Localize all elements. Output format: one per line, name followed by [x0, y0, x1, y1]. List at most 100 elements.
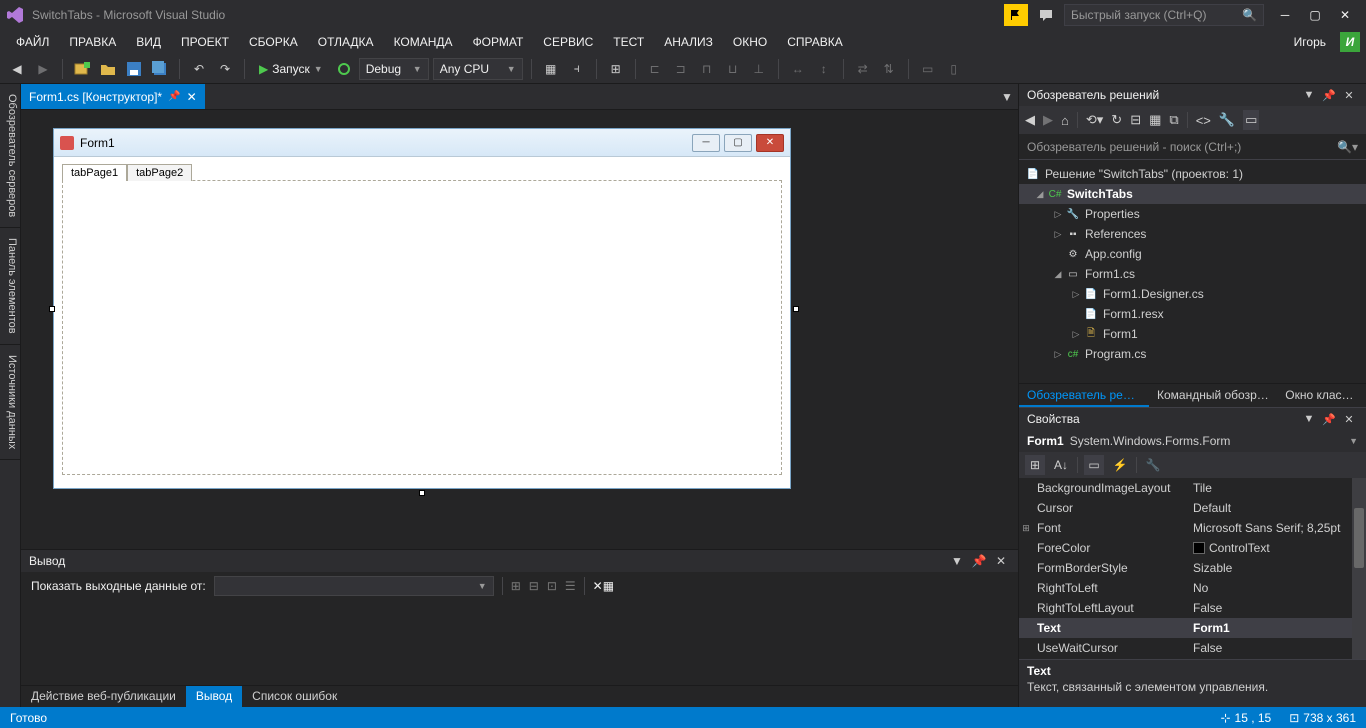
- align5-icon[interactable]: ⊥: [748, 58, 770, 80]
- feedback-icon[interactable]: [1034, 4, 1058, 26]
- tab-class-view[interactable]: Окно классов: [1277, 384, 1366, 407]
- sx-designer-icon[interactable]: ▭: [1243, 110, 1259, 130]
- user-avatar[interactable]: И: [1340, 32, 1360, 52]
- design-form-window[interactable]: Form1 ─ ▢ ✕ tabPage1 tabPage2: [53, 128, 791, 489]
- tree-form1resx[interactable]: 📄 Form1.resx: [1019, 304, 1366, 324]
- platform-combo[interactable]: Any CPU▼: [433, 58, 523, 80]
- property-value[interactable]: False: [1193, 641, 1366, 655]
- menu-build[interactable]: СБОРКА: [239, 32, 308, 52]
- align-left-icon[interactable]: ⫞: [566, 58, 588, 80]
- tabpage-content[interactable]: [62, 180, 782, 475]
- props-alpha-icon[interactable]: A↓: [1051, 455, 1071, 475]
- expand-icon[interactable]: ⊞: [1019, 523, 1033, 534]
- output-body[interactable]: [21, 600, 1018, 685]
- tree-appconfig[interactable]: ⚙ App.config: [1019, 244, 1366, 264]
- output-close-icon[interactable]: ✕: [992, 552, 1010, 570]
- menu-window[interactable]: ОКНО: [723, 32, 777, 52]
- property-value[interactable]: Default: [1193, 501, 1366, 515]
- align1-icon[interactable]: ⊏: [644, 58, 666, 80]
- property-row[interactable]: ⊞FontMicrosoft Sans Serif; 8,25pt: [1019, 518, 1366, 538]
- minimize-button[interactable]: ─: [1270, 4, 1300, 26]
- expand-icon[interactable]: ▷: [1069, 289, 1083, 300]
- sx-copy-icon[interactable]: ⧉: [1169, 112, 1178, 128]
- expand-icon[interactable]: ◢: [1051, 269, 1065, 280]
- menu-view[interactable]: ВИД: [126, 32, 171, 52]
- size2-icon[interactable]: ⇅: [878, 58, 900, 80]
- open-file-button[interactable]: [97, 58, 119, 80]
- sx-sync-icon[interactable]: ⟲▾: [1086, 112, 1103, 128]
- properties-selector[interactable]: Form1 System.Windows.Forms.Form ▼: [1019, 430, 1366, 452]
- tab-webpublish[interactable]: Действие веб-публикации: [21, 686, 186, 707]
- props-events-icon[interactable]: ⚡: [1110, 455, 1130, 475]
- sx-showall-icon[interactable]: ▦: [1149, 112, 1161, 128]
- resize-handle[interactable]: [49, 306, 55, 312]
- save-all-button[interactable]: [149, 58, 171, 80]
- props-pin-icon[interactable]: 📌: [1320, 410, 1338, 428]
- expand-icon[interactable]: ▷: [1051, 349, 1065, 360]
- close-tab-icon[interactable]: ✕: [187, 90, 197, 104]
- order2-icon[interactable]: ▯: [943, 58, 965, 80]
- tree-project[interactable]: ◢ C# SwitchTabs: [1019, 184, 1366, 204]
- property-row[interactable]: FormBorderStyleSizable: [1019, 558, 1366, 578]
- align-grid-icon[interactable]: ▦: [540, 58, 562, 80]
- property-row[interactable]: BackgroundImageLayoutTile: [1019, 478, 1366, 498]
- property-value[interactable]: False: [1193, 601, 1366, 615]
- output-pin-icon[interactable]: 📌: [970, 552, 988, 570]
- maximize-button[interactable]: ▢: [1300, 4, 1330, 26]
- tree-solution[interactable]: 📄 Решение "SwitchTabs" (проектов: 1): [1019, 164, 1366, 184]
- property-row[interactable]: CursorDefault: [1019, 498, 1366, 518]
- expand-icon[interactable]: ▷: [1069, 329, 1083, 340]
- spacing1-icon[interactable]: ↔: [787, 58, 809, 80]
- form-designer[interactable]: Form1 ─ ▢ ✕ tabPage1 tabPage2: [21, 110, 1018, 549]
- properties-grid[interactable]: BackgroundImageLayoutTileCursorDefault⊞F…: [1019, 478, 1366, 659]
- file-tab-form1[interactable]: Form1.cs [Конструктор]* 📌 ✕: [21, 84, 205, 109]
- props-settings-icon[interactable]: 🔧: [1143, 455, 1163, 475]
- menu-file[interactable]: ФАЙЛ: [6, 32, 59, 52]
- output-btn1-icon[interactable]: ⊞: [511, 579, 521, 593]
- panel-close-icon[interactable]: ✕: [1340, 86, 1358, 104]
- sx-fwd-icon[interactable]: ▶: [1043, 112, 1053, 128]
- menu-project[interactable]: ПРОЕКТ: [171, 32, 239, 52]
- menu-help[interactable]: СПРАВКА: [777, 32, 853, 52]
- menu-edit[interactable]: ПРАВКА: [59, 32, 126, 52]
- notification-flag-icon[interactable]: [1004, 4, 1028, 26]
- align3-icon[interactable]: ⊓: [696, 58, 718, 80]
- nav-forward-button[interactable]: ▶: [32, 58, 54, 80]
- order1-icon[interactable]: ▭: [917, 58, 939, 80]
- property-value[interactable]: Sizable: [1193, 561, 1366, 575]
- menu-team[interactable]: КОМАНДА: [384, 32, 463, 52]
- close-button[interactable]: ✕: [1330, 4, 1360, 26]
- tree-programcs[interactable]: ▷ c# Program.cs: [1019, 344, 1366, 364]
- tree-form1class[interactable]: ▷ 🗎 Form1: [1019, 324, 1366, 344]
- sx-home-icon[interactable]: ⌂: [1061, 113, 1069, 128]
- config-combo[interactable]: Debug▼: [359, 58, 429, 80]
- property-row[interactable]: UseWaitCursorFalse: [1019, 638, 1366, 658]
- expand-icon[interactable]: ▷: [1051, 209, 1065, 220]
- data-sources-tab[interactable]: Источники данных: [0, 345, 20, 460]
- output-btn4-icon[interactable]: ☰: [565, 579, 576, 593]
- props-close-icon[interactable]: ✕: [1340, 410, 1358, 428]
- undo-button[interactable]: ↶: [188, 58, 210, 80]
- property-value[interactable]: Microsoft Sans Serif; 8,25pt: [1193, 521, 1366, 535]
- property-value[interactable]: No: [1193, 581, 1366, 595]
- spacing2-icon[interactable]: ↕: [813, 58, 835, 80]
- quick-launch-input[interactable]: Быстрый запуск (Ctrl+Q) 🔍: [1064, 4, 1264, 26]
- tab-solution-explorer[interactable]: Обозреватель реше...: [1019, 384, 1149, 407]
- output-btn3-icon[interactable]: ⊡: [547, 579, 557, 593]
- tab-errorlist[interactable]: Список ошибок: [242, 686, 347, 707]
- solution-search-input[interactable]: Обозреватель решений - поиск (Ctrl+;) 🔍▾: [1019, 134, 1366, 160]
- sx-code-icon[interactable]: <>: [1196, 113, 1211, 128]
- expand-icon[interactable]: ◢: [1033, 189, 1047, 200]
- sx-back-icon[interactable]: ◀: [1025, 112, 1035, 128]
- pin-icon[interactable]: 📌: [168, 91, 180, 102]
- property-row[interactable]: ForeColorControlText: [1019, 538, 1366, 558]
- output-clear-icon[interactable]: ✕▦: [593, 579, 614, 593]
- save-button[interactable]: [123, 58, 145, 80]
- property-value[interactable]: Form1: [1193, 621, 1366, 635]
- nav-back-button[interactable]: ◀: [6, 58, 28, 80]
- menu-debug[interactable]: ОТЛАДКА: [308, 32, 384, 52]
- tabpage2[interactable]: tabPage2: [127, 164, 192, 181]
- output-source-combo[interactable]: ▼: [214, 576, 494, 596]
- new-project-button[interactable]: [71, 58, 93, 80]
- tabpage1[interactable]: tabPage1: [62, 164, 127, 181]
